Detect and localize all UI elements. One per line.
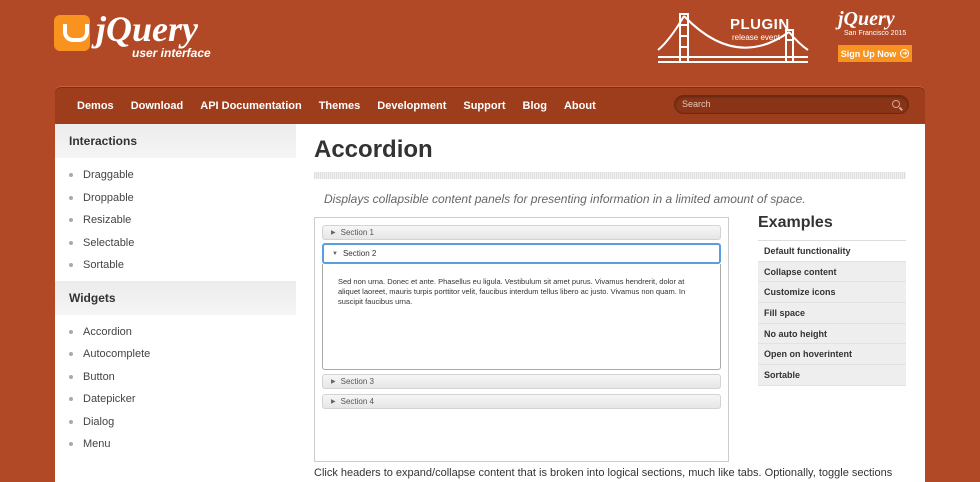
bullet-icon [69,218,73,223]
sidebar-item-label: Accordion [83,325,132,338]
nav-item-download[interactable]: Download [131,100,184,112]
example-default-functionality[interactable]: Default functionality [758,241,906,262]
accordion-panel-section-2: Sed non urna. Donec et ante. Phasellus e… [322,264,721,370]
sidebar-item-draggable[interactable]: Draggable [55,164,296,187]
triangle-right-icon: ▶ [331,399,336,405]
triangle-right-icon: ▶ [331,379,336,385]
sidebar-item-label: Resizable [83,214,132,227]
sidebar-item-sortable[interactable]: Sortable [55,254,296,277]
triangle-right-icon: ▶ [331,230,336,236]
logo-wordmark: jQuery [96,9,198,49]
sidebar-item-selectable[interactable]: Selectable [55,232,296,255]
accordion-header-section-2[interactable]: ▼ Section 2 [322,243,721,264]
page-description: Displays collapsible content panels for … [324,192,806,206]
example-open-on-hoverintent[interactable]: Open on hoverintent [758,344,906,366]
accordion-header-section-4[interactable]: ▶ Section 4 [322,394,721,409]
sign-up-button[interactable]: Sign Up Now ➜ [838,45,912,62]
triangle-down-icon: ▼ [332,250,338,257]
main-panel: Interactions Draggable Droppable Resizab… [55,124,925,482]
demo-frame: ▶ Section 1 ▼ Section 2 Sed non urna. Do… [314,217,729,462]
sidebar-item-datepicker[interactable]: Datepicker [55,388,296,411]
example-fill-space[interactable]: Fill space [758,303,906,324]
sidebar-item-label: Button [83,370,115,383]
bullet-icon [69,263,73,268]
accordion-header-label: Section 4 [340,397,374,406]
sidebar-item-label: Menu [83,438,111,451]
sidebar-item-menu[interactable]: Menu [55,433,296,456]
arrow-right-icon: ➜ [900,49,910,58]
sidebar-item-label: Sortable [83,259,124,272]
sign-up-label: Sign Up Now [840,48,897,59]
bullet-icon [69,374,73,379]
search-input[interactable]: Search [674,95,909,114]
logo-subtitle: user interface [132,46,211,60]
nav-item-about[interactable]: About [564,100,596,112]
sidebar-item-dialog[interactable]: Dialog [55,411,296,434]
sidebar-item-label: Droppable [83,191,134,204]
sidebar-item-label: Datepicker [83,393,136,406]
plugin-event-subtitle: release event [732,33,781,42]
overview-text: Click headers to expand/collapse content… [314,467,893,479]
sidebar-item-autocomplete[interactable]: Autocomplete [55,343,296,366]
accordion-header-label: Section 1 [340,228,374,237]
title-divider [314,172,906,179]
sidebar-item-label: Autocomplete [83,348,151,361]
nav-item-development[interactable]: Development [377,100,446,112]
nav-item-demos[interactable]: Demos [77,100,114,112]
accordion-header-section-1[interactable]: ▶ Section 1 [322,225,721,240]
example-no-auto-height[interactable]: No auto height [758,323,906,345]
sidebar-item-label: Selectable [83,236,135,249]
accordion-header-label: Section 3 [340,377,374,386]
sidebar-item-label: Draggable [83,169,134,182]
nav-item-themes[interactable]: Themes [319,100,361,112]
example-sortable[interactable]: Sortable [758,365,906,386]
event-logo: jQuery [838,8,895,30]
accordion-header-section-3[interactable]: ▶ Section 3 [322,374,721,389]
sidebar-heading-interactions: Interactions [55,124,296,158]
examples-heading: Examples [758,214,833,231]
sidebar: Interactions Draggable Droppable Resizab… [55,124,296,482]
example-customize-icons[interactable]: Customize icons [758,282,906,304]
bullet-icon [69,419,73,424]
nav-item-blog[interactable]: Blog [523,100,547,112]
content-area: Accordion Displays collapsible content p… [314,124,906,482]
bullet-icon [69,329,73,334]
search-icon[interactable] [892,100,900,108]
sidebar-item-droppable[interactable]: Droppable [55,187,296,210]
bullet-icon [69,442,73,447]
main-nav: Demos Download API Documentation Themes … [55,86,925,124]
sidebar-item-accordion[interactable]: Accordion [55,321,296,344]
bullet-icon [69,397,73,402]
sidebar-item-button[interactable]: Button [55,366,296,389]
jquery-ui-logo-icon [54,15,90,51]
examples-panel: Examples Default functionality Collapse … [758,214,906,386]
bullet-icon [69,173,73,178]
example-collapse-content[interactable]: Collapse content [758,261,906,283]
sidebar-item-label: Dialog [83,415,115,428]
search-placeholder: Search [682,99,711,109]
jquery-ui-logo[interactable]: jQuery user interface [54,9,211,60]
sidebar-item-resizable[interactable]: Resizable [55,209,296,232]
bullet-icon [69,352,73,357]
sidebar-heading-widgets: Widgets [55,280,296,315]
nav-item-support[interactable]: Support [463,100,505,112]
page-title: Accordion [314,136,433,163]
nav-item-api-documentation[interactable]: API Documentation [200,100,301,112]
plugin-event-title: PLUGIN [730,16,790,33]
accordion-header-label: Section 2 [342,249,377,258]
event-location: San Francisco 2015 [844,30,907,37]
bullet-icon [69,195,73,200]
bullet-icon [69,240,73,245]
